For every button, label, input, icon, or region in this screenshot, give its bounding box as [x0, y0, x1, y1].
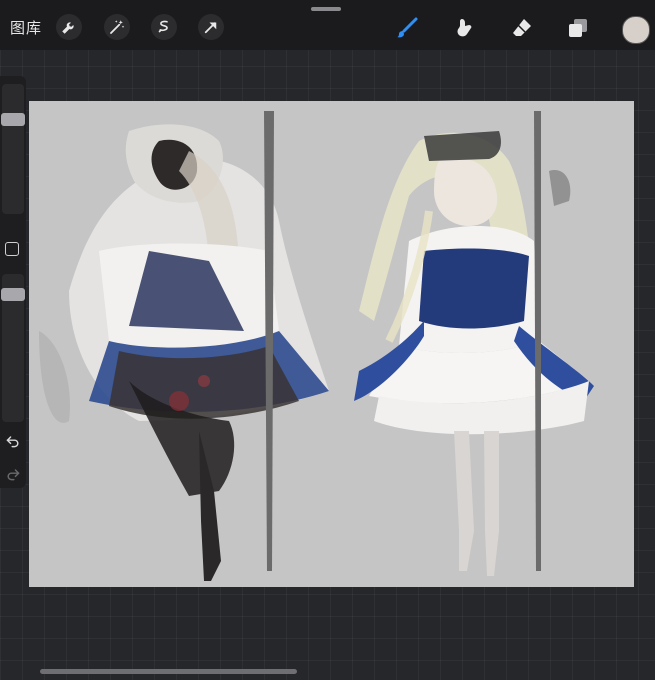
smudge-icon	[457, 19, 472, 37]
smudge-tool-button[interactable]	[451, 14, 479, 42]
artwork-two-figures	[39, 111, 594, 581]
brush-size-slider[interactable]	[1, 84, 25, 214]
redo-button[interactable]	[3, 464, 23, 484]
brush-tool-button[interactable]	[393, 14, 421, 42]
top-toolbar: 图库	[0, 0, 655, 50]
redo-icon	[7, 469, 20, 481]
drawing-canvas[interactable]	[29, 101, 634, 587]
layers-button[interactable]	[564, 14, 592, 42]
grab-handle[interactable]	[311, 7, 341, 11]
horizontal-scrollbar[interactable]	[40, 669, 297, 674]
gallery-button[interactable]: 图库	[10, 17, 42, 38]
selection-button[interactable]	[151, 14, 177, 40]
color-picker-button[interactable]	[622, 16, 650, 44]
modify-square-icon[interactable]	[5, 242, 19, 256]
right-figure	[354, 111, 594, 576]
brush-size-thumb[interactable]	[1, 113, 25, 127]
undo-button[interactable]	[3, 431, 23, 451]
undo-icon	[6, 436, 19, 448]
layers-icon	[569, 19, 587, 37]
opacity-thumb[interactable]	[1, 287, 25, 301]
eraser-icon	[513, 19, 531, 36]
selection-icon	[158, 20, 168, 33]
actions-button[interactable]	[56, 14, 82, 40]
left-figure	[39, 111, 329, 581]
adjustments-button[interactable]	[104, 14, 130, 40]
left-sidebar	[0, 76, 26, 488]
wrench-icon	[62, 22, 74, 34]
magic-wand-icon	[110, 20, 125, 34]
eraser-tool-button[interactable]	[508, 14, 536, 42]
opacity-slider[interactable]	[1, 274, 25, 422]
transform-button[interactable]	[198, 14, 224, 40]
brush-icon	[397, 17, 418, 38]
transform-arrow-icon	[204, 22, 217, 34]
